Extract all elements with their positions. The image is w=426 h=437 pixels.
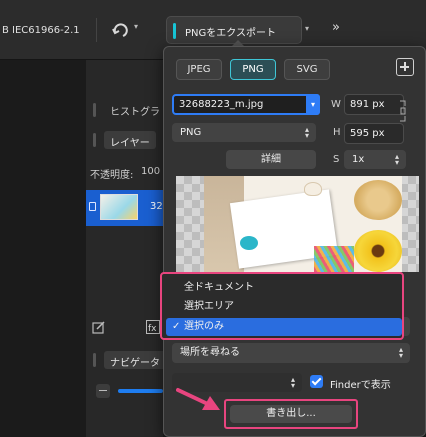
fx-icon[interactable]: fx [146,320,160,334]
scale-select[interactable]: 1x ▴ ▾ [344,150,406,169]
color-profile-label: B IEC61966-2.1 [2,25,80,36]
menu-item-all-documents[interactable]: 全ドキュメント [166,279,402,297]
export-png-label: PNGをエクスポート [185,28,276,39]
panel-grip[interactable] [93,353,96,367]
edit-icon[interactable] [92,320,106,334]
panel-grip[interactable] [93,103,96,117]
export-button[interactable]: 書き出し... [230,405,352,423]
opacity-label: 不透明度: [90,170,134,181]
preview-flower [354,230,402,272]
opacity-value[interactable]: 100 [141,166,160,177]
scale-label: S [333,154,340,165]
chevron-down-icon[interactable]: ▾ [305,24,309,33]
location-select[interactable]: 場所を尋ねる ▴ ▾ [172,343,410,363]
updown-icon: ▴▾ [290,375,295,390]
menu-item-label: 選択のみ [184,321,224,332]
preview-hat [354,180,402,220]
finder-label: Finderで表示 [330,380,391,391]
toolbar-divider [96,18,97,42]
svg-text:fx: fx [148,324,157,334]
undo-icon[interactable] [110,20,130,40]
panel-grip[interactable] [93,133,96,147]
zoom-slider[interactable] [118,389,163,393]
tab-png[interactable]: PNG [230,59,276,80]
histogram-panel-title: ヒストグラ [110,107,160,118]
layer-name: 32 [150,201,163,212]
link-aspect-icon[interactable] [398,100,408,122]
format-select[interactable]: PNG ▴ ▾ [172,123,316,142]
tab-layers[interactable]: レイヤー [104,131,156,149]
lock-icon[interactable] [89,202,96,211]
format-select-value: PNG [180,127,202,138]
layer-row[interactable]: 32 [86,190,163,226]
filename-field[interactable]: 32688223_m.jpg ▾ [172,94,320,115]
checkmark-icon: ✓ [172,321,181,332]
accent-bar [173,23,176,39]
tab-jpeg[interactable]: JPEG [176,59,222,80]
layer-thumbnail [100,194,138,220]
more-chevrons-icon[interactable]: » [332,20,340,35]
details-button[interactable]: 詳細 [226,150,316,169]
menu-item-selection-only[interactable]: ✓ 選択のみ [166,318,402,336]
filename-value: 32688223_m.jpg [179,99,264,110]
preview-shell [304,182,322,196]
export-preview [176,176,419,272]
updown-icon: ▴▾ [398,345,403,360]
preview-image [204,176,402,272]
canvas-area [0,60,86,437]
height-label: H [333,127,341,138]
menu-item-label: 選択エリア [184,301,234,312]
chevron-down-icon[interactable]: ▾ [306,94,320,115]
chevron-down-icon[interactable]: ▾ [134,22,138,31]
width-label: W [331,99,341,110]
scale-select-value: 1x [352,154,365,165]
tab-svg[interactable]: SVG [284,59,330,80]
location-select-value: 場所を尋ねる [180,347,240,358]
menu-item-selection-area[interactable]: 選択エリア [166,298,402,316]
width-field[interactable]: 891 px [344,94,404,115]
export-button-highlight: 書き出し... [224,399,358,429]
zoom-out-button[interactable] [96,384,110,398]
show-in-finder-checkbox[interactable] [310,375,323,388]
preview-shell [240,236,258,250]
menu-item-label: 全ドキュメント [184,282,254,293]
updown-icon: ▴▾ [304,125,309,140]
updown-icon: ▴▾ [394,152,399,167]
preview-pencils [314,246,354,272]
export-popover: JPEG PNG SVG 32688223_m.jpg ▾ W 891 px P… [163,46,426,437]
add-preset-icon[interactable] [396,58,414,76]
tab-navigator[interactable]: ナビゲータ [104,351,166,369]
height-field[interactable]: 595 px [344,123,404,144]
area-dropdown-menu: 全ドキュメント 選択エリア ✓ 選択のみ [160,272,404,340]
pointer-arrow-icon [176,388,220,410]
